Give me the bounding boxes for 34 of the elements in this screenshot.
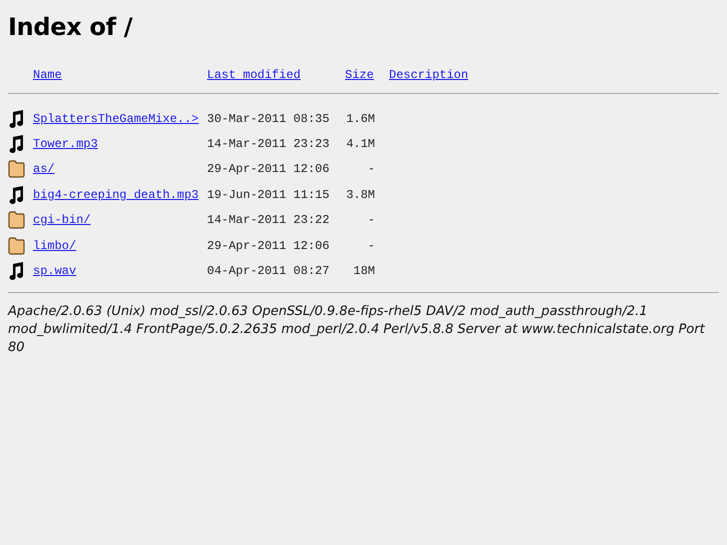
modified-date: 30-Mar-2011 08:35 bbox=[207, 112, 330, 126]
modified-date: 14-Mar-2011 23:22 bbox=[207, 213, 330, 228]
file-link[interactable]: cgi-bin/ bbox=[33, 213, 91, 228]
modified-date: 14-Mar-2011 23:23 bbox=[207, 137, 330, 152]
name-column-link[interactable]: Name bbox=[33, 68, 62, 82]
file-link[interactable]: as/ bbox=[33, 162, 55, 176]
last-modified-column-link[interactable]: Last modified bbox=[207, 68, 301, 82]
file-link[interactable]: SplattersTheGameMixe..> bbox=[33, 112, 199, 126]
music-note-icon bbox=[8, 134, 25, 154]
file-link[interactable]: limbo/ bbox=[33, 238, 76, 253]
size-column-link[interactable]: Size bbox=[345, 68, 374, 82]
file-size: - bbox=[368, 238, 375, 253]
file-link[interactable]: big4-creeping death.mp3 bbox=[33, 188, 199, 202]
folder-icon bbox=[8, 159, 25, 180]
file-size: - bbox=[368, 162, 375, 176]
file-link[interactable]: Tower.mp3 bbox=[33, 137, 98, 152]
server-signature: Apache/2.0.63 (Unix) mod_ssl/2.0.63 OpenSSL/0.9.8e-fips-rhel5 DAV/2 mod_auth_passthrough/2.1 mod_bwlimited/1.4 FrontPage/5.0.2.2635 mod_perl/2.0.4 Perl/v5.8.8 Server at www.technicalstate.org Port 80 bbox=[8, 302, 706, 357]
modified-date: 04-Apr-2011 08:27 bbox=[207, 264, 330, 278]
folder-icon bbox=[8, 236, 25, 256]
file-size: - bbox=[368, 213, 375, 228]
description-column-link[interactable]: Description bbox=[389, 68, 468, 82]
modified-date: 29-Apr-2011 12:06 bbox=[207, 162, 330, 176]
file-size: 18M bbox=[353, 264, 375, 278]
music-note-icon bbox=[8, 108, 25, 129]
folder-icon bbox=[8, 210, 25, 230]
music-note-icon bbox=[8, 184, 25, 205]
modified-date: 29-Apr-2011 12:06 bbox=[207, 238, 330, 253]
file-link[interactable]: sp.wav bbox=[33, 264, 76, 278]
file-size: 1.6M bbox=[346, 112, 375, 126]
page-title: Index of / bbox=[8, 13, 134, 41]
music-note-icon bbox=[8, 261, 25, 282]
file-size: 3.8M bbox=[346, 188, 375, 202]
modified-date: 19-Jun-2011 11:15 bbox=[207, 188, 330, 202]
file-size: 4.1M bbox=[346, 137, 375, 152]
